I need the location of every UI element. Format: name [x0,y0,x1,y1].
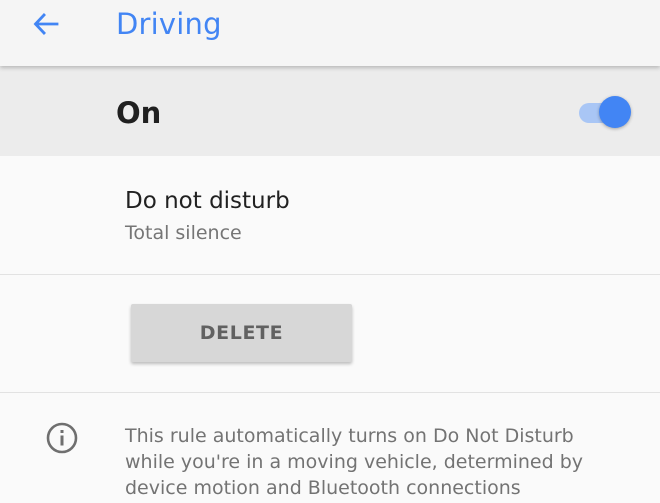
preference-title: Do not disturb [125,188,290,214]
description-line: while you're in a moving vehicle, determ… [125,451,584,473]
page-title: Driving [116,7,222,41]
driving-rule-screen: Driving On Do not disturb Total silence … [0,0,660,503]
back-button[interactable] [22,0,70,48]
arrow-back-icon [33,13,59,35]
preference-summary: Total silence [125,222,242,244]
do-not-disturb-preference[interactable]: Do not disturb Total silence [0,156,660,274]
app-toolbar: Driving [0,0,660,66]
info-icon [46,422,78,454]
divider [0,274,660,275]
toggle-thumb [599,96,631,128]
delete-button[interactable]: DELETE [131,304,352,362]
description-line: device motion and Bluetooth connections [125,477,521,499]
divider [0,392,660,393]
rule-description: This rule automatically turns on Do Not … [125,423,645,501]
master-switch-label: On [116,96,162,130]
master-switch-bar[interactable]: On [0,66,660,156]
master-toggle-switch[interactable] [577,96,631,128]
description-line: This rule automatically turns on Do Not … [125,425,574,447]
